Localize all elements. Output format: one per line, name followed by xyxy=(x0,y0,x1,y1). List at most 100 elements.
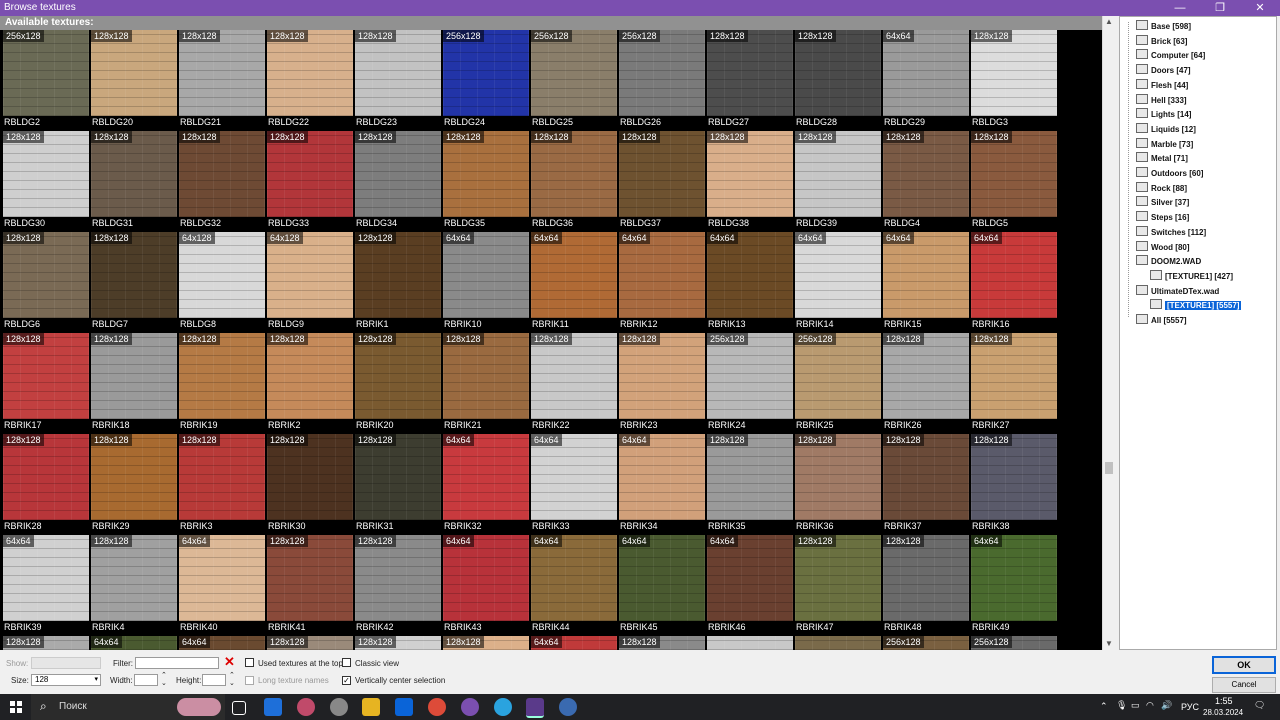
notification-icon[interactable]: 🗨 xyxy=(1254,700,1265,711)
texture-cell[interactable]: 128x128 RBRIK4 xyxy=(91,535,177,635)
texture-cell[interactable]: 128x128 RBLDG30 xyxy=(3,131,89,231)
texture-cell[interactable]: 128x128 RBLDG33 xyxy=(267,131,353,231)
doom-builder-icon[interactable] xyxy=(526,698,544,718)
tree-item[interactable]: Base [598] xyxy=(1136,20,1191,34)
tree-item[interactable]: UltimateDTex.wad xyxy=(1136,284,1219,299)
texture-cell[interactable]: 256x128 RBLDG25 xyxy=(531,30,617,130)
taskbar-search[interactable]: ⌕ Поиск xyxy=(31,694,225,720)
app-icon-3[interactable] xyxy=(461,698,479,716)
tree-item[interactable]: Metal [71] xyxy=(1136,152,1188,166)
cancel-button[interactable]: Cancel xyxy=(1212,677,1276,693)
texture-cell[interactable]: 64x64 RBRIK43 xyxy=(443,535,529,635)
app-icon-2[interactable] xyxy=(330,698,348,716)
texture-cell[interactable]: 128x128 RBRIK30 xyxy=(267,434,353,534)
texture-cell[interactable]: 64x64 RBRIK34 xyxy=(619,434,705,534)
tree-item[interactable]: Brick [63] xyxy=(1136,34,1187,49)
tree-item[interactable]: [TEXTURE1] [427] xyxy=(1150,269,1233,284)
texture-cell[interactable]: 128x128 xyxy=(443,636,529,650)
texture-cell[interactable]: 64x64 xyxy=(91,636,177,650)
height-input[interactable] xyxy=(202,674,226,686)
texture-cell[interactable] xyxy=(795,636,881,650)
texture-cell[interactable]: 128x128 RBRIK21 xyxy=(443,333,529,433)
texture-cell[interactable]: 64x64 RBRIK46 xyxy=(707,535,793,635)
texture-cell[interactable]: 64x64 RBRIK39 xyxy=(3,535,89,635)
texture-cell[interactable]: 128x128 RBLDG3 xyxy=(971,30,1057,130)
texture-cell[interactable]: 128x128 RBLDG39 xyxy=(795,131,881,231)
texture-cell[interactable]: 128x128 RBRIK31 xyxy=(355,434,441,534)
texture-cell[interactable]: 128x128 RBRIK35 xyxy=(707,434,793,534)
texture-cell[interactable]: 128x128 RBLDG4 xyxy=(883,131,969,231)
texture-cell[interactable]: 128x128 RBRIK48 xyxy=(883,535,969,635)
tree-item[interactable]: Lights [14] xyxy=(1136,108,1191,122)
tree-item[interactable]: Marble [73] xyxy=(1136,137,1193,152)
texture-cell[interactable]: 128x128 RBLDG5 xyxy=(971,131,1057,231)
texture-cell[interactable]: 128x128 RBRIK18 xyxy=(91,333,177,433)
texture-cell[interactable]: 128x128 RBLDG36 xyxy=(531,131,617,231)
tree-item[interactable]: Computer [64] xyxy=(1136,49,1205,63)
texture-cell[interactable]: 256x128 RBLDG26 xyxy=(619,30,705,130)
texture-cell[interactable]: 128x128 RBLDG6 xyxy=(3,232,89,332)
texture-cell[interactable]: 128x128 RBLDG28 xyxy=(795,30,881,130)
texture-cell[interactable]: 256x128 RBLDG24 xyxy=(443,30,529,130)
clock-time[interactable]: 1:55 xyxy=(1215,696,1233,706)
texture-cell[interactable]: 256x128 RBRIK25 xyxy=(795,333,881,433)
texture-cell[interactable]: 128x128 RBLDG37 xyxy=(619,131,705,231)
battery-icon[interactable]: ▭ xyxy=(1131,700,1140,711)
texture-cell[interactable]: 64x64 RBRIK16 xyxy=(971,232,1057,332)
texture-cell[interactable]: 128x128 RBRIK42 xyxy=(355,535,441,635)
texture-cell[interactable]: 128x128 RBRIK23 xyxy=(619,333,705,433)
scroll-down-icon[interactable]: ▼ xyxy=(1103,638,1115,650)
width-stepper-icon[interactable]: ⌃ ⌄ xyxy=(161,671,167,687)
texture-cell[interactable]: 64x64 RBLDG29 xyxy=(883,30,969,130)
texture-cell[interactable]: 64x64 RBRIK15 xyxy=(883,232,969,332)
tree-item[interactable]: Doors [47] xyxy=(1136,64,1191,78)
telegram-icon[interactable] xyxy=(494,698,512,716)
tree-item[interactable]: All [5557] xyxy=(1136,314,1187,328)
texture-cell[interactable]: 128x128 RBLDG22 xyxy=(267,30,353,130)
texture-cell[interactable]: 128x128 RBRIK2 xyxy=(267,333,353,433)
texture-gallery[interactable]: Available textures: 256x128 RBLDG2 128x128… xyxy=(0,16,1102,650)
texture-cell[interactable] xyxy=(707,636,793,650)
close-button[interactable]: ✕ xyxy=(1240,0,1280,16)
ok-button[interactable]: OK xyxy=(1212,656,1276,674)
texture-cell[interactable]: 128x128 RBLDG32 xyxy=(179,131,265,231)
texture-cell[interactable]: 128x128 RBRIK19 xyxy=(179,333,265,433)
texture-cell[interactable]: 64x64 RBRIK40 xyxy=(179,535,265,635)
texture-cell[interactable]: 128x128 RBRIK3 xyxy=(179,434,265,534)
texture-cell[interactable]: 128x128 RBRIK38 xyxy=(971,434,1057,534)
texture-cell[interactable]: 256x128 xyxy=(883,636,969,650)
texture-cell[interactable]: 64x64 RBRIK33 xyxy=(531,434,617,534)
windows-start-icon[interactable] xyxy=(10,701,22,713)
texture-cell[interactable]: 64x64 RBRIK14 xyxy=(795,232,881,332)
texture-cell[interactable]: 64x64 xyxy=(531,636,617,650)
texture-cell[interactable]: 128x128 RBRIK28 xyxy=(3,434,89,534)
texture-cell[interactable]: 128x128 RBLDG7 xyxy=(91,232,177,332)
tree-item[interactable]: [TEXTURE1] [5557] xyxy=(1150,299,1243,313)
texture-cell[interactable]: 128x128 xyxy=(3,636,89,650)
clear-filter-icon[interactable]: ✕ xyxy=(223,655,236,669)
texture-cell[interactable]: 128x128 RBRIK29 xyxy=(91,434,177,534)
texture-cell[interactable]: 64x64 RBRIK32 xyxy=(443,434,529,534)
texture-cell[interactable]: 128x128 xyxy=(619,636,705,650)
tree-item[interactable]: Switches [112] xyxy=(1136,225,1206,240)
app-icon-4[interactable] xyxy=(559,698,577,716)
texture-cell[interactable]: 64x64 xyxy=(179,636,265,650)
texture-cell[interactable]: 128x128 RBLDG21 xyxy=(179,30,265,130)
zoom-icon[interactable] xyxy=(264,698,282,716)
scroll-up-icon[interactable]: ▲ xyxy=(1103,16,1115,28)
tree-item[interactable]: Rock [88] xyxy=(1136,181,1187,196)
tree-item[interactable]: Hell [333] xyxy=(1136,93,1187,108)
texture-cell[interactable]: 64x64 RBRIK45 xyxy=(619,535,705,635)
texture-cell[interactable]: 128x128 xyxy=(355,636,441,650)
texture-cell[interactable]: 128x128 RBRIK47 xyxy=(795,535,881,635)
texture-cell[interactable]: 64x128 RBLDG8 xyxy=(179,232,265,332)
texture-cell[interactable]: 128x128 RBRIK20 xyxy=(355,333,441,433)
filter-input[interactable] xyxy=(135,657,219,669)
texture-cell[interactable]: 64x64 RBRIK10 xyxy=(443,232,529,332)
texture-cell[interactable]: 128x128 RBRIK26 xyxy=(883,333,969,433)
tree-item[interactable]: Wood [80] xyxy=(1136,240,1190,255)
used-top-checkbox[interactable] xyxy=(245,658,254,667)
vscode-icon[interactable] xyxy=(395,698,413,716)
texture-cell[interactable]: 64x64 RBRIK44 xyxy=(531,535,617,635)
texture-cell[interactable]: 64x64 RBRIK49 xyxy=(971,535,1057,635)
